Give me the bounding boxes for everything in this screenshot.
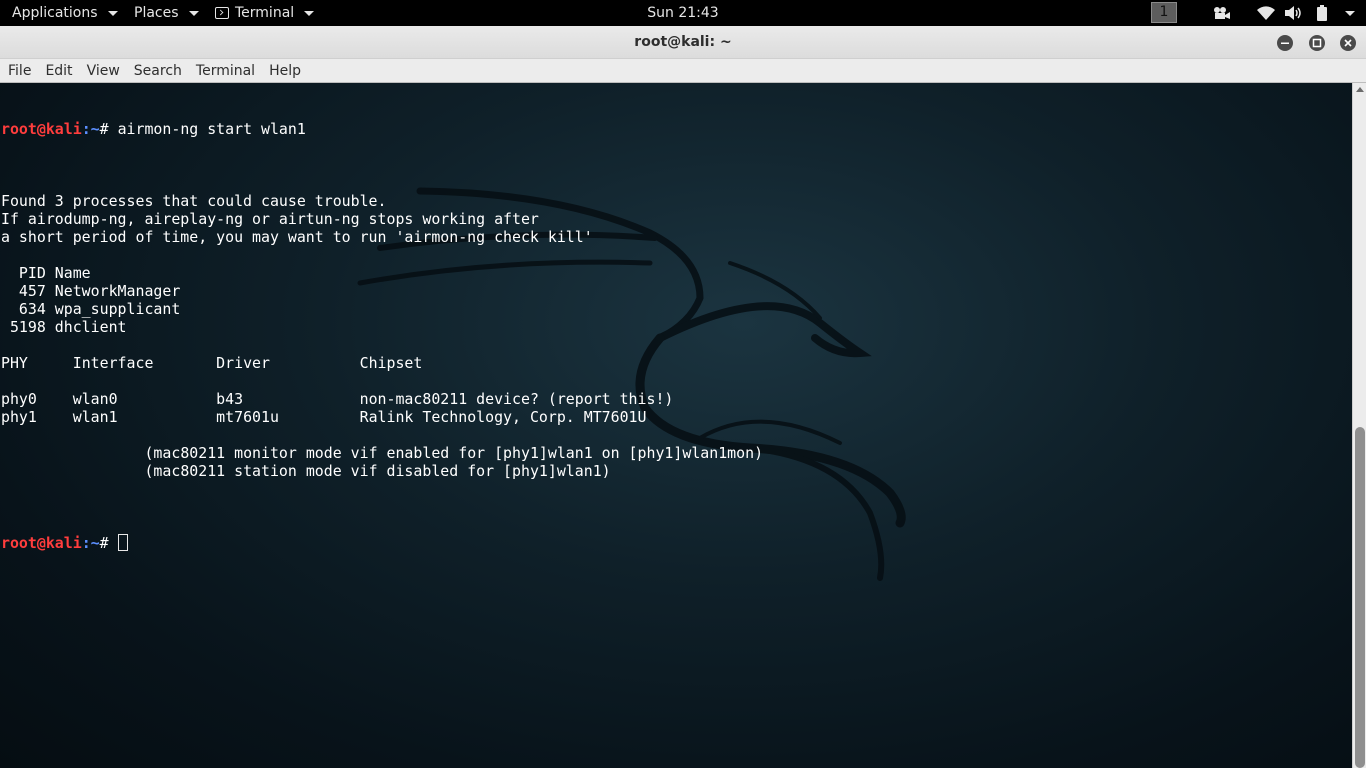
menu-view[interactable]: View	[80, 63, 127, 79]
prompt-symbol: #	[99, 534, 118, 552]
prompt-user: root@kali	[1, 534, 82, 552]
close-button[interactable]	[1340, 35, 1356, 51]
terminal-output-line: PID Name	[1, 264, 91, 282]
system-menu-arrow[interactable]	[1341, 0, 1355, 26]
prompt-symbol: #	[99, 120, 118, 138]
battery-icon[interactable]	[1316, 0, 1328, 26]
clock[interactable]: Sun 21:43	[647, 5, 718, 21]
places-label: Places	[134, 5, 179, 21]
chevron-down-icon	[304, 10, 315, 16]
terminal-output-line: PHY Interface Driver Chipset	[1, 354, 423, 372]
active-prompt-line[interactable]: root@kali:~#	[1, 534, 763, 552]
maximize-button[interactable]	[1309, 35, 1325, 51]
chevron-down-icon	[1345, 10, 1355, 16]
terminal-output-line: 457 NetworkManager	[1, 282, 181, 300]
terminal-output-line: Found 3 processes that could cause troub…	[1, 192, 387, 210]
applications-menu[interactable]: Applications	[12, 0, 118, 26]
video-camera-icon[interactable]	[1213, 0, 1231, 26]
terminal-output-line: phy1 wlan1 mt7601u Ralink Technology, Co…	[1, 408, 647, 426]
workspace-indicator[interactable]: 1	[1151, 2, 1177, 23]
minimize-icon	[1281, 42, 1289, 44]
chevron-down-icon	[188, 10, 199, 16]
places-menu[interactable]: Places	[134, 0, 199, 26]
window-title: root@kali: ~	[634, 34, 732, 50]
menu-terminal[interactable]: Terminal	[189, 63, 262, 79]
applications-label: Applications	[12, 5, 98, 21]
active-app-menu[interactable]: Terminal	[215, 0, 315, 26]
active-app-label: Terminal	[235, 5, 295, 21]
terminal-area[interactable]: root@kali:~# airmon-ng start wlan1 Found…	[0, 83, 1352, 768]
scroll-up-arrow-icon[interactable]	[1356, 87, 1364, 92]
terminal-output-line: 634 wpa_supplicant	[1, 300, 181, 318]
window-titlebar[interactable]: root@kali: ~	[0, 26, 1366, 59]
terminal-output-line: 5198 dhclient	[1, 318, 127, 336]
terminal-output-line: If airodump-ng, aireplay-ng or airtun-ng…	[1, 210, 539, 228]
prompt-path: :~	[81, 534, 100, 552]
close-icon	[1344, 39, 1352, 47]
wifi-icon[interactable]	[1257, 0, 1275, 26]
terminal-icon	[215, 7, 229, 19]
volume-icon[interactable]	[1285, 0, 1303, 26]
top-panel: Applications Places Terminal Sun 21:43 1	[0, 0, 1366, 26]
maximize-icon	[1312, 38, 1322, 48]
terminal-output: root@kali:~# airmon-ng start wlan1 Found…	[1, 84, 763, 588]
text-cursor	[117, 534, 128, 551]
menu-edit[interactable]: Edit	[38, 63, 79, 79]
output-block: Found 3 processes that could cause troub…	[1, 174, 763, 498]
menu-search[interactable]: Search	[127, 63, 189, 79]
terminal-output-line: (mac80211 station mode vif disabled for …	[1, 462, 611, 480]
command-text: airmon-ng start wlan1	[117, 120, 306, 138]
chevron-down-icon	[107, 10, 118, 16]
terminal-output-line: phy0 wlan0 b43 non-mac80211 device? (rep…	[1, 390, 674, 408]
menu-file[interactable]: File	[0, 63, 38, 79]
minimize-button[interactable]	[1277, 35, 1293, 51]
prompt-user: root@kali	[1, 120, 82, 138]
terminal-output-line: (mac80211 monitor mode vif enabled for […	[1, 444, 764, 462]
terminal-output-line: a short period of time, you may want to …	[1, 228, 593, 246]
command-line: root@kali:~# airmon-ng start wlan1	[1, 120, 763, 138]
prompt-path: :~	[81, 120, 100, 138]
menubar: File Edit View Search Terminal Help	[0, 59, 1366, 83]
menu-help[interactable]: Help	[262, 63, 308, 79]
scroll-thumb[interactable]	[1355, 427, 1365, 768]
terminal-scrollbar[interactable]	[1352, 83, 1366, 768]
